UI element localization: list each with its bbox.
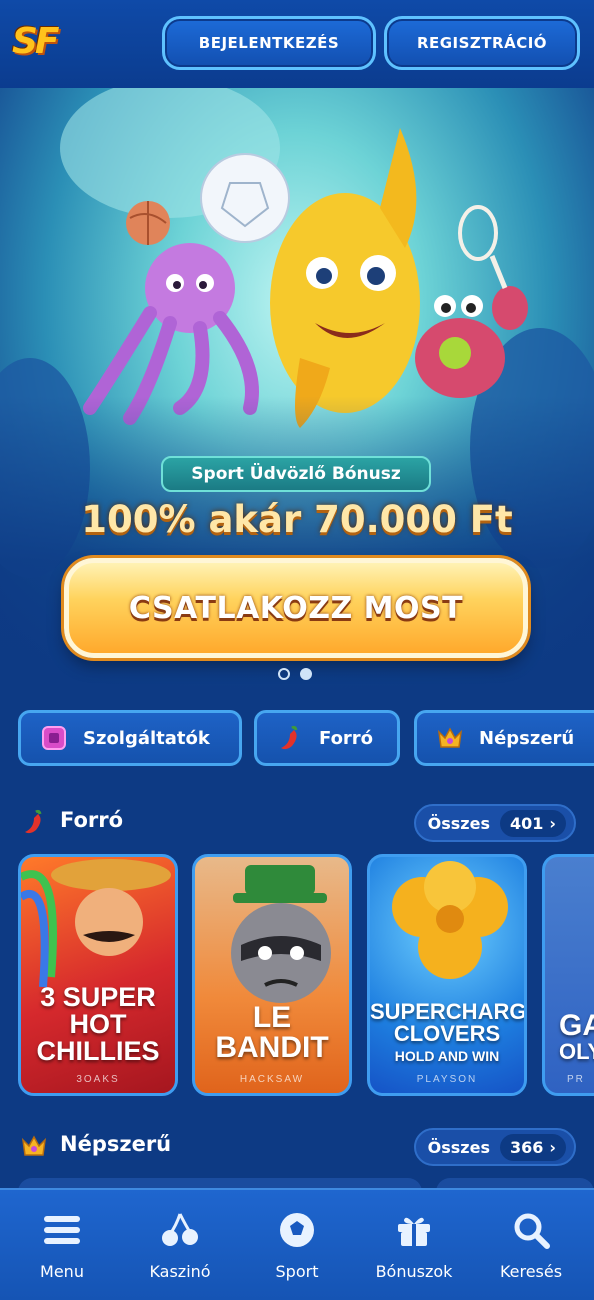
chip-popular[interactable]: Népszerű — [414, 710, 594, 766]
see-all-label: Összes — [427, 1137, 490, 1157]
game-card[interactable]: SUPERCHARGED CLOVERS HOLD AND WIN PLAYSO… — [367, 854, 527, 1096]
crown-icon — [435, 723, 465, 753]
popular-section-header: Népszerű Összes 366 › — [20, 1128, 576, 1166]
chili-icon — [275, 723, 305, 753]
chip-hot[interactable]: Forró — [254, 710, 400, 766]
see-all-hot-button[interactable]: Összes 401 › — [413, 804, 576, 842]
bottom-nav: Menu Kaszinó Sport Bónuszok Keresés — [0, 1188, 594, 1300]
nav-sport[interactable]: Sport — [238, 1190, 356, 1300]
count-badge: 366 › — [500, 1133, 566, 1161]
nav-label: Keresés — [499, 1262, 563, 1281]
join-now-button[interactable]: CSATLAKOZZ MOST — [64, 558, 528, 658]
carousel-dots — [278, 668, 312, 680]
gift-icon — [398, 1217, 430, 1246]
game-title: 3 SUPER HOT CHILLIES — [36, 982, 160, 1066]
game-provider: HACKSAW — [239, 1074, 305, 1085]
providers-icon — [39, 723, 69, 753]
chip-label: Szolgáltatók — [83, 727, 210, 749]
hero-banner[interactable]: Sport Üdvözlő Bónusz 100% akár 70.000 Ft… — [0, 88, 594, 696]
soccer-ball-icon — [280, 1213, 314, 1247]
nav-label: Bónuszok — [375, 1262, 453, 1281]
nav-bonuses[interactable]: Bónuszok — [355, 1190, 473, 1300]
soccer-ball — [200, 153, 290, 243]
hot-section-header: Forró Összes 401 › — [20, 804, 576, 842]
register-button[interactable]: REGISZTRÁCIÓ — [384, 16, 580, 70]
hot-games-row: 3 SUPER HOT CHILLIES 3OAKS LE BANDIT HAC… — [18, 854, 594, 1098]
game-title: SUPERCHARGED CLOVERS HOLD AND WIN — [370, 999, 527, 1064]
nav-menu[interactable]: Menu — [3, 1190, 121, 1300]
game-card[interactable]: GA OLYM PR — [542, 854, 594, 1096]
promo-amount: 100% akár 70.000 Ft — [81, 498, 513, 541]
nav-search[interactable]: Keresés — [472, 1190, 590, 1300]
fish-figure — [270, 128, 420, 428]
category-chips: Szolgáltatók Forró Népszerű — [18, 710, 594, 766]
chevron-right-icon: › — [549, 1137, 556, 1157]
count-badge: 401 › — [500, 809, 566, 837]
game-title: LE BANDIT — [215, 1001, 329, 1064]
section-title: Forró — [60, 808, 124, 832]
nav-label: Menu — [40, 1262, 84, 1281]
game-provider: 3OAKS — [76, 1074, 120, 1085]
logo[interactable]: SF — [12, 17, 64, 67]
cherries-icon — [162, 1213, 198, 1246]
count-value: 401 — [510, 813, 544, 833]
see-all-popular-button[interactable]: Összes 366 › — [413, 1128, 576, 1166]
header: SF BEJELENTKEZÉS REGISZTRÁCIÓ — [0, 0, 594, 88]
chip-providers[interactable]: Szolgáltatók — [18, 710, 242, 766]
count-value: 366 — [510, 1137, 544, 1157]
chip-label: Népszerű — [479, 727, 575, 749]
game-card[interactable]: LE BANDIT HACKSAW — [192, 854, 352, 1096]
hamburger-icon — [44, 1216, 80, 1244]
carousel-dot-1[interactable] — [278, 668, 290, 680]
chip-label: Forró — [319, 727, 374, 749]
login-button[interactable]: BEJELENTKEZÉS — [162, 16, 376, 70]
section-title: Népszerű — [60, 1132, 172, 1156]
game-provider: PR — [567, 1074, 585, 1085]
promo-label: Sport Üdvözlő Bónusz — [161, 456, 431, 492]
nav-label: Sport — [275, 1262, 319, 1281]
nav-casino[interactable]: Kaszinó — [121, 1190, 239, 1300]
game-art — [392, 861, 508, 979]
carousel-dot-2[interactable] — [300, 668, 312, 680]
chevron-right-icon: › — [549, 813, 556, 833]
search-icon — [514, 1213, 550, 1249]
nav-label: Kaszinó — [149, 1262, 211, 1281]
crown-icon — [20, 1132, 48, 1160]
chili-icon — [20, 808, 48, 836]
game-provider: PLAYSON — [416, 1074, 478, 1085]
game-card[interactable]: 3 SUPER HOT CHILLIES 3OAKS — [18, 854, 178, 1096]
game-title: GA OLYM — [559, 1009, 594, 1064]
see-all-label: Összes — [427, 813, 490, 833]
